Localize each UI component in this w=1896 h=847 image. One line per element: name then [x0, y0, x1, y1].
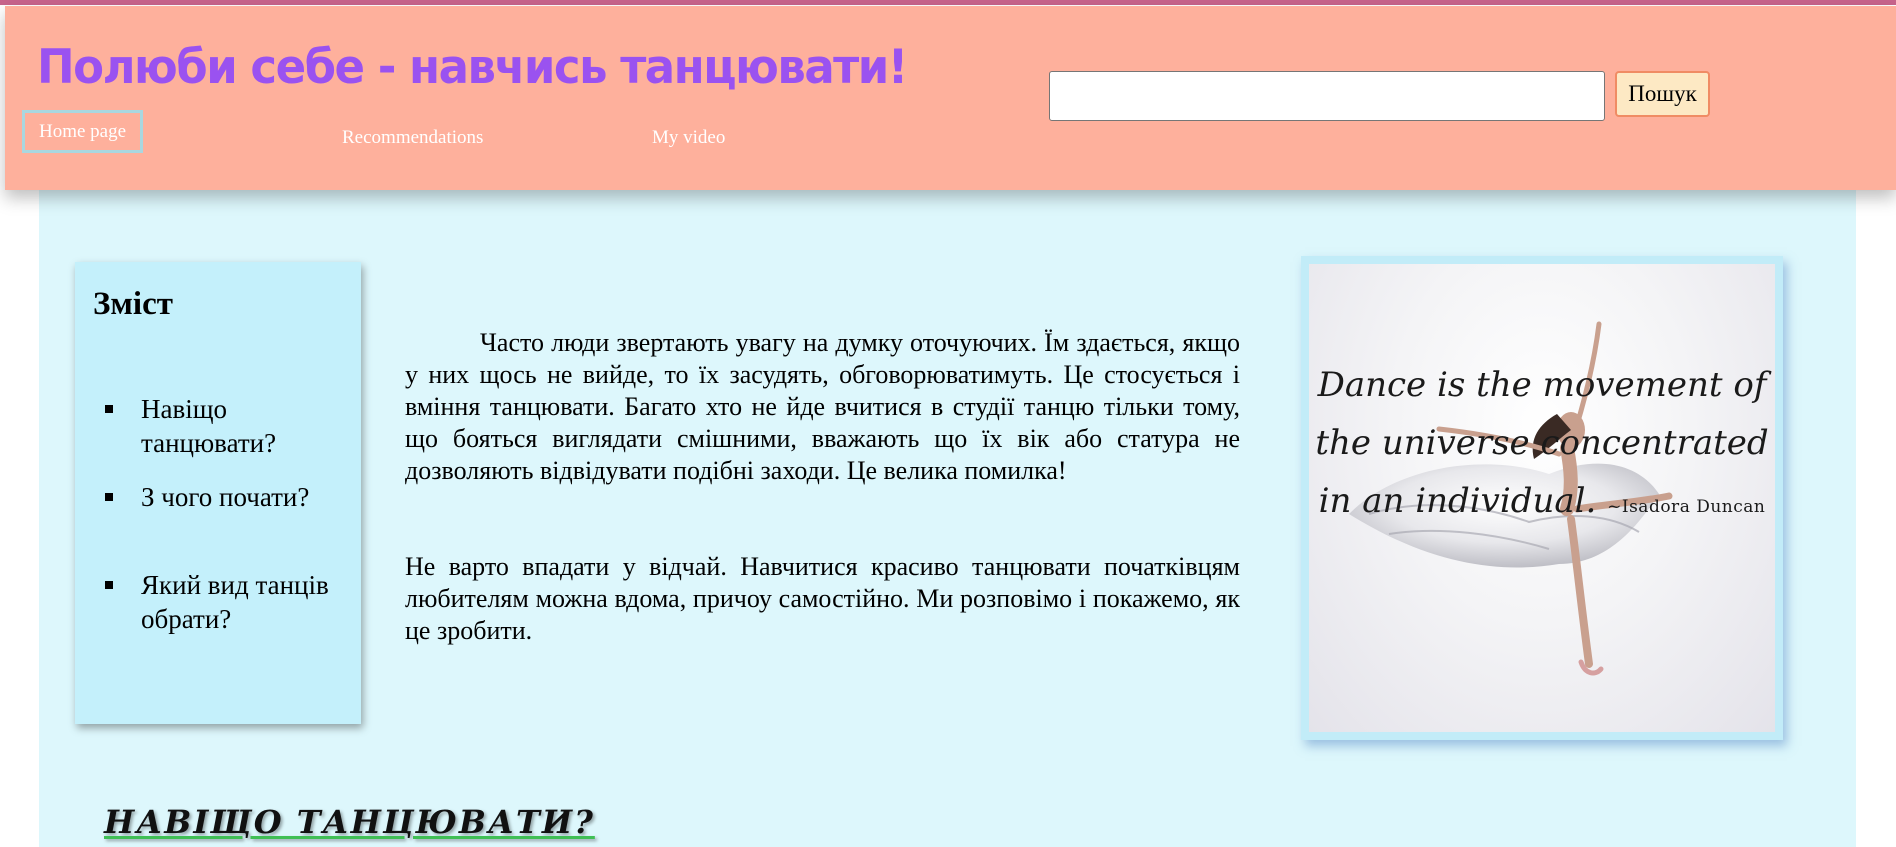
main-content: Зміст Навіщо танцювати? З чого почати? Я…: [39, 190, 1856, 847]
bullet-icon: [105, 493, 113, 501]
toc-item-label: З чого почати?: [141, 482, 310, 512]
encouragement-paragraph: Не варто впадати у відчай. Навчитися кра…: [405, 552, 1240, 645]
toc-title: Зміст: [93, 286, 173, 322]
dancer-image: Dance is the movement of the universe co…: [1309, 264, 1775, 732]
toc-item-dance-type[interactable]: Який вид танців обрати?: [105, 568, 345, 636]
quote-attribution: ~Isadora Duncan: [1607, 497, 1766, 517]
bullet-icon: [105, 405, 113, 413]
nav-recommendations[interactable]: Recommendations: [342, 127, 483, 149]
bullet-icon: [105, 581, 113, 589]
intro-paragraph: Часто люди звертають увагу на думку оточ…: [405, 328, 1240, 485]
toc-item-why-dance[interactable]: Навіщо танцювати?: [105, 392, 345, 460]
toc-item-label: Навіщо танцювати?: [141, 394, 277, 458]
search-input[interactable]: [1049, 71, 1605, 121]
dancer-quote-image: Dance is the movement of the universe co…: [1301, 256, 1783, 740]
site-title: Полюби себе - навчись танцювати!: [37, 38, 908, 95]
search-button[interactable]: Пошук: [1615, 71, 1710, 117]
dance-quote: Dance is the movement of the universe co…: [1309, 356, 1775, 536]
nav-my-video[interactable]: My video: [652, 127, 725, 149]
table-of-contents: Зміст Навіщо танцювати? З чого почати? Я…: [75, 262, 361, 724]
toc-item-label: Який вид танців обрати?: [141, 570, 329, 634]
nav-home-page[interactable]: Home page: [22, 110, 143, 153]
toc-item-where-to-start[interactable]: З чого почати?: [105, 480, 345, 514]
top-border-line: [0, 0, 1896, 5]
site-header: Полюби себе - навчись танцювати! Home pa…: [5, 6, 1896, 190]
section-heading-why-dance: НАВІЩО ТАНЦЮВАТИ?: [104, 803, 595, 841]
